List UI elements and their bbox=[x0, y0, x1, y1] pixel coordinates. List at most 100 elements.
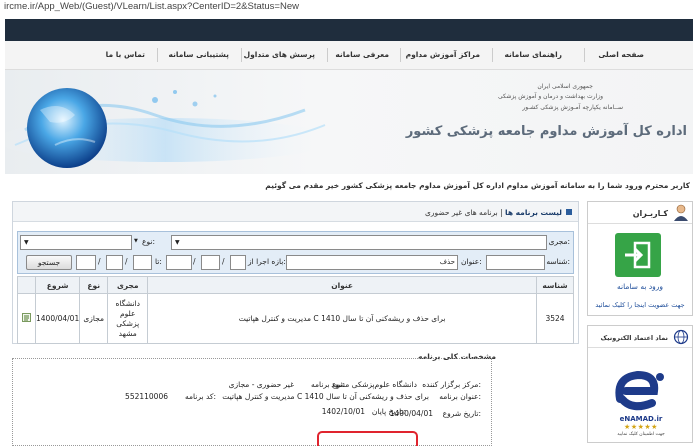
table-row[interactable]: 1400/04/01 مجازی دانشگاه علوم پزشکی مشهد… bbox=[17, 293, 574, 344]
executor-line: علوم bbox=[119, 308, 136, 318]
panel-title: لیست برنامه ها | برنامه های غیر حضوری bbox=[425, 208, 562, 217]
row-start: 1400/04/01 bbox=[34, 293, 81, 344]
chevron-down-icon: ▼ bbox=[134, 238, 138, 244]
executor-select[interactable]: ▼ bbox=[171, 235, 547, 250]
search-filter-bar: مجری: ▼ نوع: ▼ ▼ شناسه: عنوان: حذف بازه … bbox=[17, 231, 574, 274]
search-button[interactable]: جستجو bbox=[26, 255, 72, 270]
enamad-badge-subtext: جهت اطمینان کلیک نمایید bbox=[617, 432, 665, 437]
table-header-row: شروع نوع مجری عنوان شناسه bbox=[17, 276, 574, 294]
date-separator: / bbox=[98, 257, 101, 266]
chevron-down-icon: ▼ bbox=[175, 239, 180, 246]
table-header-type: نوع bbox=[79, 276, 109, 294]
login-arrow-icon bbox=[625, 241, 651, 269]
header-banner: جمهوری اسلامی ایران وزارت بهداشت و درمان… bbox=[5, 70, 693, 174]
nav-separator bbox=[327, 48, 328, 62]
enamad-box-header: نماد اعتماد الکترونیک bbox=[588, 326, 692, 348]
user-icon bbox=[674, 204, 688, 221]
date-separator: / bbox=[125, 257, 128, 266]
date-separator: / bbox=[193, 257, 196, 266]
date-from-month[interactable] bbox=[201, 255, 220, 270]
row-type: مجازی bbox=[79, 293, 109, 344]
program-title-label: عنوان برنامه: bbox=[439, 392, 481, 401]
program-list-panel: لیست برنامه ها | برنامه های غیر حضوری مج… bbox=[12, 201, 579, 344]
table-header-start: شروع bbox=[34, 276, 81, 294]
nav-item-faq[interactable]: پرسش های متداول bbox=[244, 50, 315, 59]
row-id: 3524 bbox=[536, 293, 574, 344]
nav-separator bbox=[584, 48, 585, 62]
globe-splash-icon bbox=[5, 88, 335, 168]
banner-line-3: ســامانه یکپارچه آمـوزش پزشکی کشـور bbox=[522, 104, 623, 111]
type-label: نوع: bbox=[142, 237, 155, 246]
nav-item-centers[interactable]: مراکز آموزش مداوم bbox=[406, 50, 480, 59]
start-date-label: تاریخ شروع: bbox=[442, 409, 481, 418]
nav-separator bbox=[400, 48, 401, 62]
users-box-header: کـاربـران bbox=[588, 202, 692, 224]
executor-line: مشهد bbox=[118, 328, 137, 338]
enamad-box: نماد اعتماد الکترونیک eNAMAD.ir ★★★★★ جه… bbox=[587, 325, 693, 443]
nav-item-guide[interactable]: راهنمای سامانه bbox=[505, 50, 563, 59]
end-date-highlight bbox=[317, 431, 418, 446]
login-tile[interactable] bbox=[615, 233, 661, 277]
square-bullet-icon bbox=[566, 209, 572, 215]
end-date-value: 1402/10/01 bbox=[321, 407, 365, 416]
date-range-label: بازه اجرا از: bbox=[248, 257, 286, 266]
banner-title: اداره کل آموزش مداوم جامعه پزشکی کشور bbox=[405, 124, 687, 139]
details-fieldset bbox=[12, 358, 492, 446]
type-select[interactable]: ▼ bbox=[20, 235, 132, 250]
executor-label: مجری: bbox=[548, 237, 570, 246]
id-input[interactable] bbox=[486, 255, 545, 270]
table-header-actions bbox=[17, 276, 36, 294]
nav-item-support[interactable]: پشتیبانی سامانه bbox=[169, 50, 229, 59]
enamad-box-title: نماد اعتماد الکترونیک bbox=[600, 334, 669, 342]
panel-header: لیست برنامه ها | برنامه های غیر حضوری bbox=[13, 202, 578, 222]
date-to-day[interactable] bbox=[76, 255, 96, 270]
main-nav: صفحه اصلی راهنمای سامانه مراکز آموزش مدا… bbox=[5, 41, 693, 70]
organizer-label: مرکز برگزار کننده: bbox=[422, 380, 481, 389]
table-header-executor: مجری bbox=[107, 276, 149, 294]
nav-separator bbox=[492, 48, 493, 62]
program-title-value: مدیریت و کنترل هپاتیت C برای حذف و ریشه‌… bbox=[222, 392, 429, 401]
row-title[interactable]: مدیریت و کنترل هپاتیت C برای حذف و ریشه‌… bbox=[147, 293, 537, 344]
nav-item-about[interactable]: معرفی سامانه bbox=[335, 50, 389, 59]
program-details-panel: مشخصات کلی برنامه مرکز برگزار کننده: دان… bbox=[12, 352, 579, 446]
program-type-value: غیر حضوری - مجازی bbox=[228, 380, 294, 389]
enamad-stars-icon: ★★★★★ bbox=[624, 423, 658, 431]
enamad-badge[interactable]: eNAMAD.ir ★★★★★ جهت اطمینان کلیک نمایید bbox=[598, 355, 684, 439]
id-label: شناسه: bbox=[546, 257, 570, 266]
users-box: کـاربـران ورود به سامانه جهت عضویت اینجا… bbox=[587, 201, 693, 316]
login-label[interactable]: ورود به سامانه bbox=[588, 282, 692, 291]
enamad-logo-icon bbox=[615, 370, 664, 411]
date-to-month[interactable] bbox=[106, 255, 123, 270]
title-input[interactable]: حذف bbox=[286, 255, 458, 270]
browser-url: ircme.ir/App_Web/(Guest)/VLearn/List.asp… bbox=[4, 1, 299, 12]
executor-line: پزشکی bbox=[116, 318, 140, 328]
nav-item-home[interactable]: صفحه اصلی bbox=[598, 50, 644, 59]
executor-line: دانشگاه bbox=[115, 298, 141, 308]
title-label: عنوان: bbox=[461, 257, 482, 266]
panel-title-main: لیست برنامه ها bbox=[505, 208, 562, 217]
row-executor: دانشگاه علوم پزشکی مشهد bbox=[107, 293, 149, 344]
site-top-strip bbox=[5, 19, 693, 41]
document-list-icon[interactable] bbox=[22, 313, 31, 322]
nav-separator bbox=[157, 48, 158, 62]
program-type-label: نوع برنامه: bbox=[311, 380, 345, 389]
date-from-year[interactable] bbox=[230, 255, 246, 270]
panel-subtitle: | برنامه های غیر حضوری bbox=[424, 208, 503, 217]
globe-icon bbox=[673, 329, 689, 345]
programs-table: شروع نوع مجری عنوان شناسه 1400/04/01 مجا… bbox=[17, 276, 574, 344]
users-box-title: کـاربـران bbox=[632, 209, 668, 218]
code-label: کد برنامه: bbox=[184, 392, 216, 401]
enamad-badge-text: eNAMAD.ir bbox=[619, 415, 663, 423]
to-label: تا: bbox=[155, 257, 162, 266]
nav-item-contact[interactable]: تماس با ما bbox=[106, 50, 145, 59]
register-link[interactable]: جهت عضویت اینجا را کلیک نمائید bbox=[588, 301, 692, 309]
welcome-message: کاربر محترم ورود شما را به سامانه آموزش … bbox=[265, 181, 690, 190]
browser-url-bar[interactable]: ircme.ir/App_Web/(Guest)/VLearn/List.asp… bbox=[0, 0, 700, 13]
end-date-label: تاریخ پایان: bbox=[371, 407, 406, 416]
date-to-year[interactable] bbox=[133, 255, 152, 270]
row-action[interactable] bbox=[17, 293, 36, 344]
nav-separator bbox=[241, 48, 242, 62]
chevron-down-icon: ▼ bbox=[24, 239, 29, 246]
date-from-day[interactable] bbox=[166, 255, 192, 270]
date-separator: / bbox=[222, 257, 225, 266]
